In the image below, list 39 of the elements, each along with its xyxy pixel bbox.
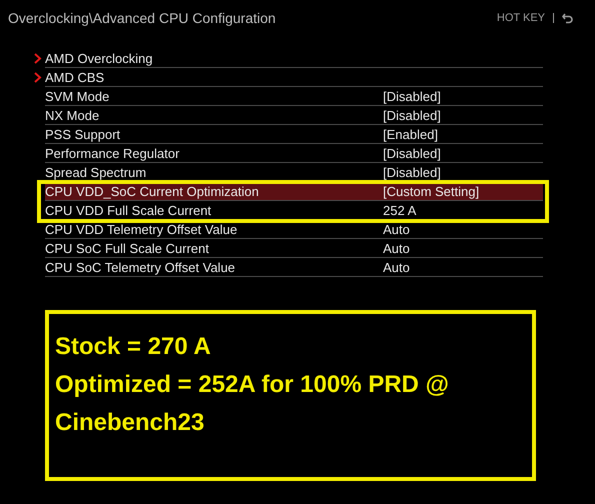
hotkey-label[interactable]: HOT KEY: [496, 12, 545, 24]
menu-row[interactable]: PSS Support [Enabled]: [45, 125, 543, 144]
menu-row[interactable]: AMD CBS: [45, 68, 543, 87]
setting-label: Spread Spectrum: [45, 164, 148, 180]
menu-row[interactable]: Spread Spectrum [Disabled]: [45, 163, 543, 182]
chevron-icon: [34, 53, 42, 64]
setting-label: PSS Support: [45, 126, 122, 142]
menu-row[interactable]: CPU VDD Telemetry Offset Value Auto: [45, 220, 543, 239]
setting-label: CPU VDD Full Scale Current: [45, 202, 212, 218]
setting-label: CPU SoC Full Scale Current: [45, 240, 210, 256]
setting-label: SVM Mode: [45, 88, 110, 104]
menu-row[interactable]: CPU VDD Full Scale Current 252 A: [45, 201, 543, 220]
setting-label: CPU SoC Telemetry Offset Value: [45, 260, 236, 274]
setting-value: [Disabled]: [383, 164, 442, 180]
annotation-text: Stock = 270 A Optimized = 252A for 100% PRD @ Cinebench23: [55, 332, 450, 438]
menu-row[interactable]: Performance Regulator [Disabled]: [45, 144, 543, 163]
setting-value: [Disabled]: [383, 88, 442, 104]
chevron-icon: [34, 72, 42, 83]
setting-label: Performance Regulator: [45, 146, 180, 160]
setting-value: Auto: [383, 260, 411, 274]
setting-value: [Enabled]: [383, 126, 439, 142]
menu-row[interactable]: CPU SoC Full Scale Current Auto: [45, 239, 543, 258]
setting-label: NX Mode: [45, 108, 100, 122]
setting-label: CPU VDD Telemetry Offset Value: [45, 222, 238, 236]
setting-value: [Custom Setting]: [383, 184, 480, 198]
menu-row[interactable]: AMD Overclocking: [45, 49, 543, 68]
menu-row[interactable]: CPU SoC Telemetry Offset Value Auto: [45, 258, 543, 277]
setting-label: AMD CBS: [45, 70, 106, 84]
setting-value: Auto: [383, 222, 411, 236]
setting-value: 252 A: [383, 202, 418, 218]
setting-value: [Disabled]: [383, 146, 442, 160]
setting-label: CPU VDD_SoC Current Optimization: [45, 184, 260, 198]
menu-row[interactable]: SVM Mode [Disabled]: [45, 87, 543, 106]
menu-row[interactable]: NX Mode [Disabled]: [45, 106, 543, 125]
setting-label: AMD Overclocking: [45, 50, 154, 66]
setting-value: Auto: [383, 240, 411, 256]
back-icon[interactable]: [562, 12, 573, 24]
breadcrumb-title: Overclocking\Advanced CPU Configuration: [8, 10, 277, 26]
setting-value: [Disabled]: [383, 108, 442, 122]
